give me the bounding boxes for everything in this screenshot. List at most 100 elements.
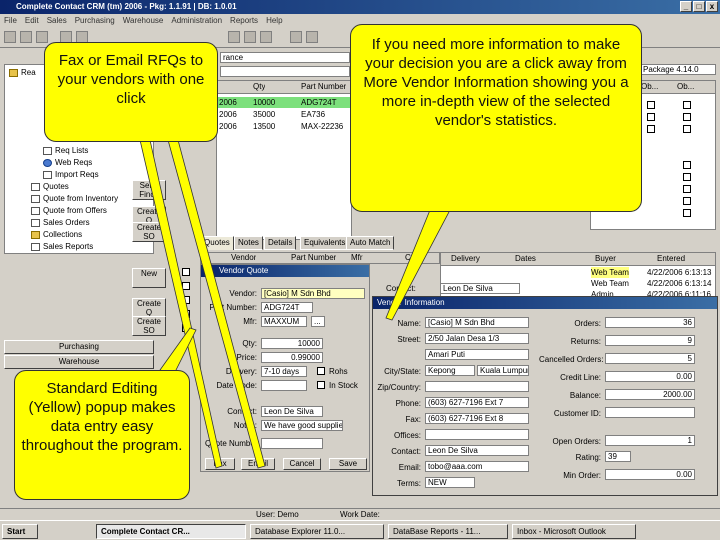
vi-phone-field[interactable]: (603) 627-7196 Ext 7 xyxy=(425,397,529,408)
fax-button[interactable]: Fax xyxy=(205,458,235,470)
vi-city-field[interactable]: Kepong xyxy=(425,365,475,376)
vi-fax-field[interactable]: (603) 627-7196 Ext 8 xyxy=(425,413,529,424)
tree-item-root[interactable]: Rea xyxy=(9,67,36,79)
checkbox[interactable] xyxy=(182,324,190,332)
tree-item-import-reqs[interactable]: Import Reqs xyxy=(43,169,99,181)
new-icon[interactable] xyxy=(4,31,16,43)
delivery-field[interactable]: 7-10 days xyxy=(261,366,307,377)
maximize-button[interactable]: □ xyxy=(693,1,705,12)
menu-edit[interactable]: Edit xyxy=(25,14,39,28)
tree-item-sales-reports[interactable]: Sales Reports xyxy=(31,241,93,253)
sub-filter-field[interactable] xyxy=(220,66,350,77)
vi-balance-field[interactable]: 2000.00 xyxy=(605,389,695,400)
menu-administration[interactable]: Administration xyxy=(171,14,222,28)
checkbox[interactable] xyxy=(647,125,655,133)
vi-cancelled-orders-field[interactable]: 5 xyxy=(605,353,695,364)
start-button[interactable]: Start xyxy=(2,524,38,539)
table-row[interactable]: Web Team 4/22/2006 6:13:13 xyxy=(441,267,715,278)
cancel-button[interactable]: Cancel xyxy=(283,458,321,470)
checkbox[interactable] xyxy=(182,282,190,290)
mfr-field[interactable]: MAXXUM xyxy=(261,316,307,327)
vi-name-field[interactable]: [Casio] M Sdn Bhd xyxy=(425,317,529,328)
date-code-field[interactable] xyxy=(261,380,307,391)
vendor-field[interactable]: [Casio] M Sdn Bhd xyxy=(261,288,365,299)
tab-details[interactable]: Details xyxy=(264,236,297,250)
part-number-field[interactable]: ADG724T xyxy=(261,302,313,313)
menu-file[interactable]: File xyxy=(4,14,17,28)
tree-item-quote-offers[interactable]: Quote from Offers xyxy=(31,205,107,217)
checkbox[interactable] xyxy=(182,338,190,346)
save-record-icon[interactable] xyxy=(260,31,272,43)
minimize-button[interactable]: _ xyxy=(680,1,692,12)
save-button[interactable]: Save xyxy=(329,458,367,470)
vi-street2-field[interactable]: Amari Puti xyxy=(425,349,529,360)
create-so-button[interactable]: Create SO xyxy=(132,222,166,242)
tree-item-quote-inventory[interactable]: Quote from Inventory xyxy=(31,193,118,205)
vi-min-order-field[interactable]: 0.00 xyxy=(605,469,695,480)
tree-item-web-reqs[interactable]: Web Reqs xyxy=(43,157,92,169)
checkbox[interactable] xyxy=(182,296,190,304)
vi-open-orders-field[interactable]: 1 xyxy=(605,435,695,446)
create-quote-button-2[interactable]: Create Q xyxy=(132,298,166,318)
quote-number-field[interactable] xyxy=(261,438,323,449)
save-icon[interactable] xyxy=(36,31,48,43)
checkbox[interactable] xyxy=(182,268,190,276)
tree-item-req-lists[interactable]: Req Lists xyxy=(43,145,88,157)
checkbox[interactable] xyxy=(683,185,691,193)
create-so-button-2[interactable]: Create SO xyxy=(132,316,166,336)
checkbox[interactable] xyxy=(683,209,691,217)
price-field[interactable]: 0.99000 xyxy=(261,352,323,363)
menu-warehouse[interactable]: Warehouse xyxy=(123,14,164,28)
task-crm[interactable]: Complete Contact CR... xyxy=(96,524,246,539)
checkbox[interactable] xyxy=(683,125,691,133)
checkbox[interactable] xyxy=(683,113,691,121)
email-button[interactable]: Email xyxy=(241,458,275,470)
notes-field[interactable]: We have good supplier xyxy=(261,420,343,431)
undo-icon[interactable] xyxy=(306,31,318,43)
tab-quotes[interactable]: Quotes xyxy=(200,236,234,250)
vi-offices-field[interactable] xyxy=(425,429,529,440)
send-finch-button[interactable]: Send Finch xyxy=(132,180,166,200)
task-outlook[interactable]: Inbox - Microsoft Outlook xyxy=(512,524,636,539)
vi-contact-field[interactable]: Leon De Silva xyxy=(425,445,529,456)
tab-auto-match[interactable]: Auto Match xyxy=(346,236,395,250)
tab-notes[interactable]: Notes xyxy=(234,236,263,250)
new-button[interactable]: New xyxy=(132,268,166,288)
menu-help[interactable]: Help xyxy=(266,14,282,28)
contact-field[interactable]: Leon De Silva xyxy=(261,406,323,417)
in-stock-checkbox[interactable] xyxy=(317,381,325,389)
qty-field[interactable]: 10000 xyxy=(261,338,323,349)
checkbox[interactable] xyxy=(647,101,655,109)
checkbox[interactable] xyxy=(683,173,691,181)
menu-purchasing[interactable]: Purchasing xyxy=(75,14,115,28)
table-row[interactable]: 2006 13500 MAX-22236 xyxy=(217,121,351,132)
tab-equivalents[interactable]: Equivalents xyxy=(300,236,350,250)
checkbox[interactable] xyxy=(647,113,655,121)
vi-orders-field[interactable]: 36 xyxy=(605,317,695,328)
checkbox[interactable] xyxy=(683,197,691,205)
vi-terms-field[interactable]: NEW xyxy=(425,477,475,488)
vi-zip-field[interactable] xyxy=(425,381,529,392)
task-database-reports[interactable]: DataBase Reports - 11... xyxy=(388,524,508,539)
package-field[interactable]: Package 4.14.0 xyxy=(640,64,716,75)
vi-state-field[interactable]: Kuala Lumpur xyxy=(477,365,529,376)
tree-item-quotes[interactable]: Quotes xyxy=(31,181,69,193)
checkbox[interactable] xyxy=(683,161,691,169)
warehouse-button[interactable]: Warehouse xyxy=(4,355,154,369)
cut-icon[interactable] xyxy=(290,31,302,43)
vendor-filter-field[interactable]: rance xyxy=(220,52,350,63)
contact-select[interactable]: Leon De Silva xyxy=(440,283,520,294)
vi-returns-field[interactable]: 9 xyxy=(605,335,695,346)
vi-credit-line-field[interactable]: 0.00 xyxy=(605,371,695,382)
vi-street-field[interactable]: 2/50 Jalan Desa 1/3 xyxy=(425,333,529,344)
task-database-explorer[interactable]: Database Explorer 11.0... xyxy=(250,524,384,539)
paste-icon[interactable] xyxy=(244,31,256,43)
table-row[interactable]: 2006 10000 ADG724T xyxy=(217,97,351,108)
checkbox[interactable] xyxy=(182,310,190,318)
checkbox[interactable] xyxy=(683,101,691,109)
rohs-checkbox[interactable] xyxy=(317,367,325,375)
close-button[interactable]: x xyxy=(706,1,718,12)
tree-item-sales-orders[interactable]: Sales Orders xyxy=(31,217,90,229)
tree-item-collections[interactable]: Collections xyxy=(31,229,82,241)
menu-reports[interactable]: Reports xyxy=(230,14,258,28)
